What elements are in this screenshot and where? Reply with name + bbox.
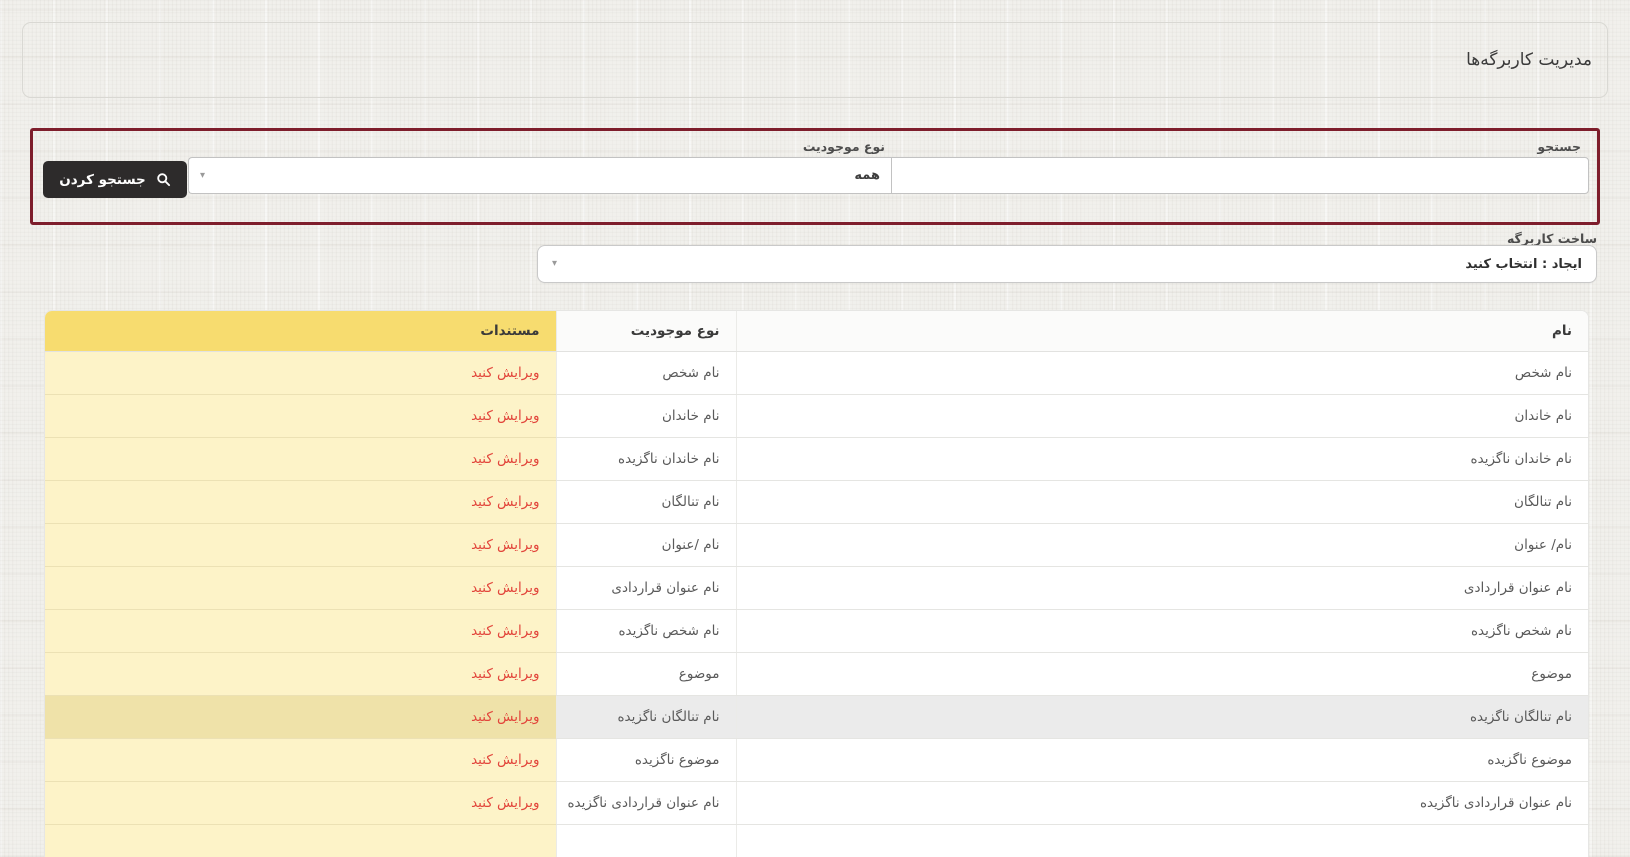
edit-link[interactable]: ویرایش کنید [471, 365, 539, 381]
title-panel: مدیریت کاربرگه‌ها [22, 22, 1608, 98]
entity-type-label: نوع موجودیت [803, 139, 885, 154]
cell-name: موضوع ناگزیده [736, 738, 1588, 781]
cell-documents: ویرایش کنید [44, 394, 556, 437]
table-row: نام عنوان قراردادینام عنوان قراردادی ویرا… [44, 566, 1588, 609]
table-row: نام خانداننام خاندان ویرایش کنید [44, 394, 1588, 437]
cell-documents: ویرایش کنید [44, 695, 556, 738]
table-row: موضوعموضوع ویرایش کنید [44, 652, 1588, 695]
cell-entity-type: نام شخص ناگزیده [556, 609, 736, 652]
search-input[interactable] [891, 157, 1589, 194]
cell-entity-type: نام عنوان قراردادی [556, 566, 736, 609]
cell-documents: ویرایش کنید [44, 566, 556, 609]
header-entity-type: نوع موجودیت [556, 311, 736, 351]
cell-documents: ویرایش کنید [44, 609, 556, 652]
cell-name: موضوع [736, 652, 1588, 695]
edit-link[interactable]: ویرایش کنید [471, 666, 539, 682]
cell-documents: ویرایش کنید [44, 351, 556, 394]
cell-entity-type: نام تنالگان [556, 480, 736, 523]
cell-name: نام خاندان [736, 394, 1588, 437]
edit-link[interactable]: ویرایش کنید [471, 623, 539, 639]
cell-documents: ویرایش کنید [44, 523, 556, 566]
cell-entity-type [556, 824, 736, 857]
edit-link[interactable]: ویرایش کنید [471, 709, 539, 725]
table-row: نام خاندان ناگزیدهنام خاندان ناگزیده ویرا… [44, 437, 1588, 480]
cell-entity-type: نام عنوان قراردادی ناگزیده [556, 781, 736, 824]
search-fields: همه ▾ [188, 157, 1589, 194]
cell-documents: ویرایش کنید [44, 437, 556, 480]
edit-link[interactable]: ویرایش کنید [471, 537, 539, 553]
table-row: نام تنالگان ناگزیدهنام تنالگان ناگزیده وی… [44, 695, 1588, 738]
cell-documents: ویرایش کنید [44, 652, 556, 695]
header-documents: مستندات [44, 311, 556, 351]
cell-documents [44, 824, 556, 857]
entity-type-value: همه [854, 168, 880, 183]
search-button[interactable]: جستجو کردن [43, 161, 187, 198]
chevron-down-icon: ▾ [200, 171, 205, 181]
edit-link[interactable]: ویرایش کنید [471, 752, 539, 768]
cell-name: نام تنالگان ناگزیده [736, 695, 1588, 738]
cell-entity-type: نام شخص [556, 351, 736, 394]
edit-link[interactable]: ویرایش کنید [471, 494, 539, 510]
table-row: نام تنالگاننام تنالگان ویرایش کنید [44, 480, 1588, 523]
edit-link[interactable]: ویرایش کنید [471, 451, 539, 467]
cell-entity-type: نام /عنوان [556, 523, 736, 566]
edit-link[interactable]: ویرایش کنید [471, 408, 539, 424]
table-header-row: نام نوع موجودیت مستندات [44, 311, 1588, 351]
cell-entity-type: نام تنالگان ناگزیده [556, 695, 736, 738]
cell-documents: ویرایش کنید [44, 480, 556, 523]
cell-name: نام/ عنوان [736, 523, 1588, 566]
cell-name [736, 824, 1588, 857]
table-row: موضوع ناگزیدهموضوع ناگزیده ویرایش کنید [44, 738, 1588, 781]
cell-entity-type: موضوع ناگزیده [556, 738, 736, 781]
page-title: مدیریت کاربرگه‌ها [23, 23, 1607, 97]
cell-entity-type: موضوع [556, 652, 736, 695]
edit-link[interactable]: ویرایش کنید [471, 580, 539, 596]
worksheets-table: نام نوع موجودیت مستندات نام شخصنام شخص وی… [44, 310, 1589, 857]
search-icon [156, 172, 171, 187]
cell-entity-type: نام خاندان [556, 394, 736, 437]
table-row: نام شخصنام شخص ویرایش کنید [44, 351, 1588, 394]
search-label: جستجو [1537, 139, 1581, 154]
cell-documents: ویرایش کنید [44, 781, 556, 824]
search-panel: جستجو نوع موجودیت همه ▾ جستجو کردن [30, 128, 1600, 225]
table-row-partial [44, 824, 1588, 857]
cell-name: نام شخص ناگزیده [736, 609, 1588, 652]
table-row: نام شخص ناگزیدهنام شخص ناگزیده ویرایش کنی… [44, 609, 1588, 652]
create-worksheet-label: ساخت کاربرگه [1507, 231, 1597, 246]
cell-name: نام شخص [736, 351, 1588, 394]
header-name: نام [736, 311, 1588, 351]
chevron-down-icon: ▾ [552, 259, 557, 269]
cell-name: نام تنالگان [736, 480, 1588, 523]
cell-name: نام خاندان ناگزیده [736, 437, 1588, 480]
cell-entity-type: نام خاندان ناگزیده [556, 437, 736, 480]
create-worksheet-value: ایجاد : انتخاب کنید [1465, 257, 1582, 272]
table-row: نام عنوان قراردادی ناگزیدهنام عنوان قرار… [44, 781, 1588, 824]
search-button-label: جستجو کردن [59, 172, 146, 188]
cell-name: نام عنوان قراردادی [736, 566, 1588, 609]
cell-name: نام عنوان قراردادی ناگزیده [736, 781, 1588, 824]
edit-link[interactable]: ویرایش کنید [471, 795, 539, 811]
create-worksheet-select[interactable]: ایجاد : انتخاب کنید ▾ [537, 245, 1597, 283]
entity-type-select[interactable]: همه ▾ [188, 157, 891, 194]
cell-documents: ویرایش کنید [44, 738, 556, 781]
table-row: نام/ عنواننام /عنوان ویرایش کنید [44, 523, 1588, 566]
